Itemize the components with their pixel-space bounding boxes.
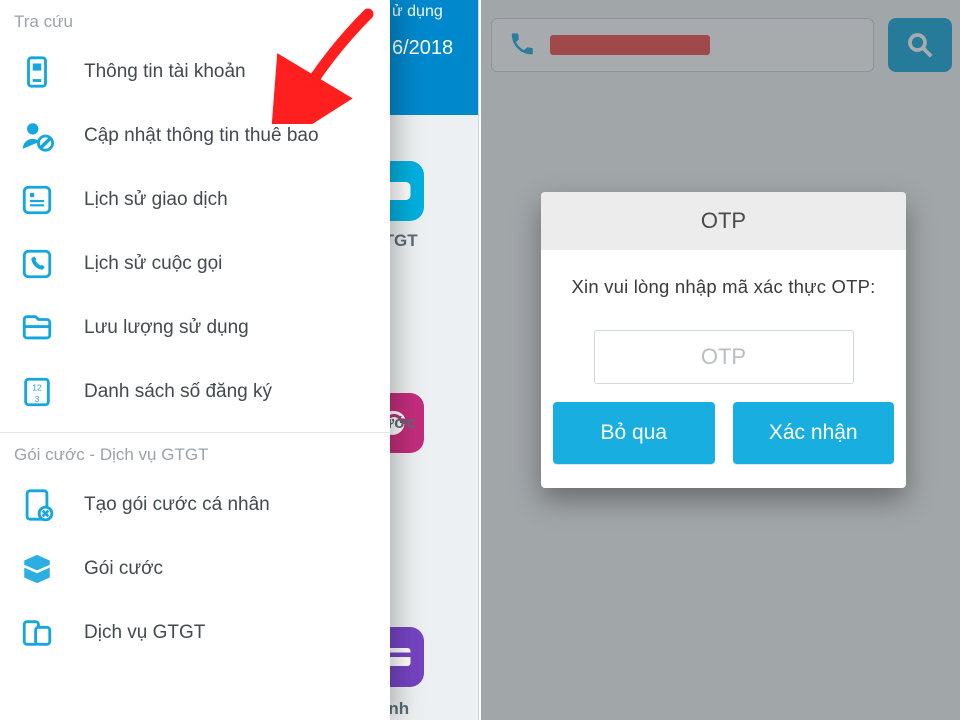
create-plan-icon — [20, 488, 54, 522]
section-title-vas: Gói cước - Dịch vụ GTGT — [0, 433, 390, 473]
otp-input[interactable]: OTP — [594, 330, 854, 384]
user-update-icon — [20, 119, 54, 153]
sidebar-item-create-plan[interactable]: Tạo gói cước cá nhân — [0, 473, 390, 537]
sidebar-item-label: Lưu lượng sử dụng — [84, 317, 249, 339]
sidebar-item-data-usage[interactable]: Lưu lượng sử dụng — [0, 296, 390, 360]
sidebar-item-label: Dịch vụ GTGT — [84, 622, 205, 644]
data-usage-icon — [20, 311, 54, 345]
svg-text:3: 3 — [35, 394, 40, 404]
svg-text:12: 12 — [32, 383, 42, 393]
sidebar-item-account-info[interactable]: Thông tin tài khoản — [0, 40, 390, 104]
sidebar-item-registered-numbers[interactable]: 123 Danh sách số đăng ký — [0, 360, 390, 424]
otp-dialog-message: Xin vui lòng nhập mã xác thực OTP: — [541, 250, 906, 308]
left-screenshot: ử dụng 6/2018 GTGT cước anh Tra cứu Thôn… — [0, 0, 479, 720]
sidebar-item-label: Thông tin tài khoản — [84, 61, 246, 83]
vas-service-icon — [20, 616, 54, 650]
skip-button-label: Bỏ qua — [600, 421, 667, 445]
section-title-lookup: Tra cứu — [0, 0, 390, 40]
otp-dialog-title: OTP — [541, 192, 906, 250]
right-screenshot: OTP Xin vui lòng nhập mã xác thực OTP: O… — [481, 0, 960, 720]
otp-dialog-actions: Bỏ qua Xác nhận — [541, 384, 906, 464]
sidebar-item-plans[interactable]: Gói cước — [0, 537, 390, 601]
confirm-button-label: Xác nhận — [769, 421, 858, 445]
sidebar-item-vas[interactable]: Dịch vụ GTGT — [0, 601, 390, 665]
confirm-button[interactable]: Xác nhận — [733, 402, 895, 464]
sidebar-item-label: Lịch sử cuộc gọi — [84, 253, 222, 275]
plan-box-icon — [20, 552, 54, 586]
sidebar-item-transaction-history[interactable]: Lịch sử giao dịch — [0, 168, 390, 232]
sidebar-item-label: Gói cước — [84, 558, 163, 580]
otp-input-placeholder: OTP — [701, 344, 746, 370]
sidebar-item-call-history[interactable]: Lịch sử cuộc gọi — [0, 232, 390, 296]
sidebar-item-label: Cập nhật thông tin thuê bao — [84, 125, 319, 147]
sidebar-item-label: Lịch sử giao dịch — [84, 189, 228, 211]
sim-list-icon: 123 — [20, 375, 54, 409]
app-header: ử dụng 6/2018 — [380, 0, 479, 115]
navigation-drawer: Tra cứu Thông tin tài khoản Cập nhật thô… — [0, 0, 390, 720]
skip-button[interactable]: Bỏ qua — [553, 402, 715, 464]
transaction-history-icon — [20, 183, 54, 217]
header-usage-fragment: ử dụng — [392, 2, 467, 23]
sidebar-item-label: Danh sách số đăng ký — [84, 381, 272, 403]
call-history-icon — [20, 247, 54, 281]
account-phone-icon — [20, 55, 54, 89]
sidebar-item-update-subscriber[interactable]: Cập nhật thông tin thuê bao — [0, 104, 390, 168]
sidebar-item-label: Tạo gói cước cá nhân — [84, 494, 270, 516]
header-date-fragment: 6/2018 — [392, 35, 467, 61]
otp-dialog: OTP Xin vui lòng nhập mã xác thực OTP: O… — [541, 192, 906, 488]
